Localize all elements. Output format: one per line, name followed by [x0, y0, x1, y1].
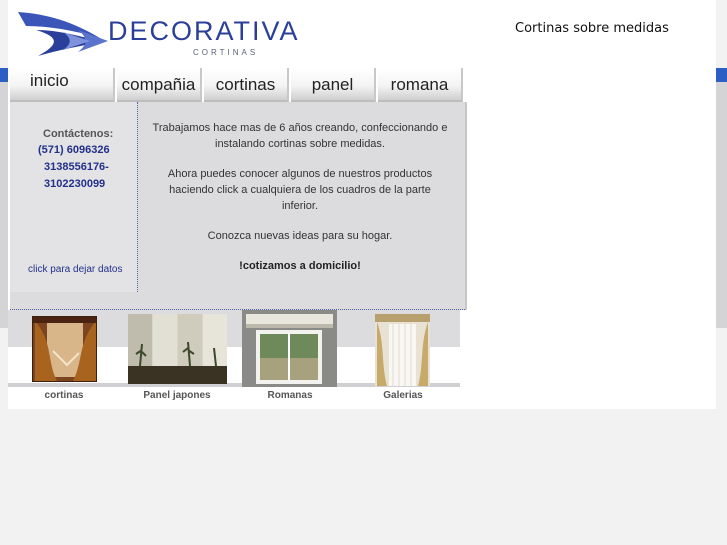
thumb-label-romanas[interactable]: Romanas [235, 390, 345, 401]
intro-text: Trabajamos hace mas de 6 años creando, c… [150, 120, 450, 288]
thumb-label-panel-japones[interactable]: Panel japones [122, 390, 232, 401]
panel-photo-icon [128, 314, 227, 384]
page-tagline: Cortinas sobre medidas [515, 21, 669, 36]
right-side-band [715, 68, 727, 328]
thumb-label-cortinas[interactable]: cortinas [9, 390, 119, 401]
phone-number: (571) 6096326 [38, 144, 110, 156]
thumb-label-galerias[interactable]: Galerias [348, 390, 458, 401]
intro-paragraph: Trabajamos hace mas de 6 años creando, c… [152, 122, 448, 150]
leave-data-link[interactable]: click para dejar datos [28, 264, 123, 275]
main-nav: inicio compañia cortinas panel romana [10, 68, 463, 102]
thumb-cortinas[interactable] [32, 316, 97, 382]
brand-logo[interactable]: DECORATIVA CORTINAS [18, 10, 308, 60]
intro-paragraph: Ahora puedes conocer algunos de nuestros… [167, 168, 433, 212]
quote-callout: !cotizamos a domicilio! [239, 260, 361, 272]
nav-tab-romana[interactable]: romana [378, 68, 463, 102]
nav-tab-cortinas[interactable]: cortinas [204, 68, 289, 102]
thumb-galerias[interactable] [375, 314, 430, 386]
phone-number: 3102230099 [44, 178, 106, 190]
gallery-curtain-photo-icon [375, 314, 430, 386]
logo-swoosh-icon [18, 12, 108, 56]
brand-subtitle: CORTINAS [193, 48, 259, 57]
thumb-romanas[interactable] [242, 310, 337, 387]
contact-title: Contáctenos: [43, 128, 114, 140]
page-container: DECORATIVA CORTINAS Cortinas sobre medid… [8, 0, 716, 409]
nav-tab-compania[interactable]: compañia [117, 68, 202, 102]
curtain-photo-icon [33, 317, 96, 381]
nav-tab-panel[interactable]: panel [291, 68, 376, 102]
phone-number: 3138556176- [44, 161, 109, 173]
contact-column: Contáctenos: (571) 6096326 3138556176- 3… [10, 102, 138, 292]
nav-tab-inicio[interactable]: inicio [10, 68, 115, 102]
intro-paragraph: Conozca nuevas ideas para su hogar. [207, 230, 393, 242]
thumb-panel-japones[interactable] [128, 314, 227, 384]
roman-blind-photo-icon [242, 310, 337, 387]
content-panel: Contáctenos: (571) 6096326 3138556176- 3… [10, 102, 467, 310]
brand-name: DECORATIVA [108, 16, 300, 46]
